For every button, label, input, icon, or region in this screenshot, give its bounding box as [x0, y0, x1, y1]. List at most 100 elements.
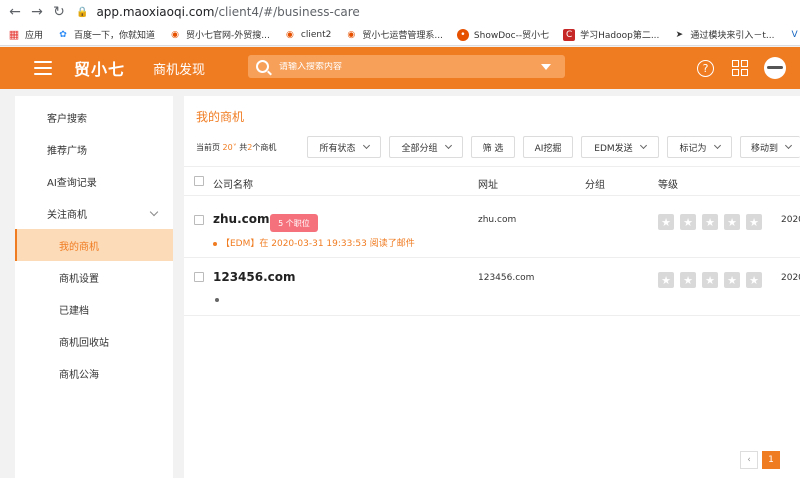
bookmark-modules[interactable]: ➤ 通过模块来引入－t...: [673, 28, 775, 42]
level-rating[interactable]: ★ ★ ★ ★ ★: [658, 214, 768, 230]
bookmark-showdoc[interactable]: • ShowDoc--贸小七: [456, 28, 549, 41]
table-row[interactable]: zhu.com 5 个职位 【EDM】在 2020-03-31 19:33:53…: [184, 197, 800, 258]
bookmark-hadoop[interactable]: C 学习Hadoop第二...: [563, 28, 659, 41]
bookmarks-bar: ▦ 应用 ✿ 百度一下，你就知道 ◉ 贸小七官网-外贸搜... ◉ client2 ◉ 贸…: [0, 24, 800, 46]
back-arrow-icon[interactable]: ←: [4, 1, 26, 23]
page-title: 我的商机: [196, 110, 245, 124]
chevron-down-icon: [639, 141, 647, 150]
browser-url-bar: ← → ↻ 🔒 app.maoxiaoqi.com/client4/#/busi…: [0, 0, 800, 24]
main-panel: 我的商机 当前页 20˅ 共2个商机 所有状态 全部分组 筛 选 AI挖掘 ED…: [184, 96, 800, 478]
column-level: 等级: [658, 180, 678, 191]
row-checkbox[interactable]: [194, 272, 204, 282]
status-filter-dropdown[interactable]: 所有状态: [307, 136, 381, 158]
paw-icon: ✿: [59, 29, 67, 40]
company-name[interactable]: zhu.com: [213, 212, 270, 226]
sidebar-item-recycle-bin[interactable]: 商机回收站: [15, 325, 173, 357]
apps-icon: ▦: [8, 28, 20, 41]
star-icon[interactable]: ★: [724, 214, 740, 230]
star-icon[interactable]: ★: [702, 214, 718, 230]
app-logo[interactable]: 贸小七: [74, 56, 125, 80]
app-header: 贸小七 商机发现 ?: [0, 47, 800, 89]
star-icon[interactable]: ★: [680, 214, 696, 230]
star-icon[interactable]: ★: [724, 272, 740, 288]
chevron-down-icon: [784, 141, 793, 150]
edm-read-note: 【EDM】在 2020-03-31 19:33:53 阅读了邮件: [213, 236, 415, 249]
sidebar-item-watch-opportunities[interactable]: 关注商机: [15, 197, 173, 229]
github-icon: ◉: [171, 29, 179, 40]
star-icon[interactable]: ★: [746, 272, 762, 288]
bullet-dot: [213, 241, 217, 246]
search-input[interactable]: [279, 61, 519, 72]
apps-grid-icon[interactable]: [732, 60, 748, 76]
sidebar: 客户搜索 推荐广场 AI查询记录 关注商机 我的商机 商机设置 已建档 商机回收…: [15, 96, 173, 478]
sidebar-item-my-opportunities[interactable]: 我的商机: [15, 229, 173, 261]
search-dropdown-caret-icon[interactable]: [541, 64, 551, 70]
column-group: 分组: [585, 180, 605, 191]
bullet-dot: [215, 298, 219, 302]
column-company: 公司名称: [213, 180, 253, 191]
address-bar[interactable]: 🔒 app.maoxiaoqi.com/client4/#/business-c…: [76, 2, 360, 22]
arrow-icon: ➤: [675, 29, 684, 40]
pagination: ‹ 1: [740, 451, 780, 469]
url-host: app.maoxiaoqi.com: [96, 5, 215, 19]
c-icon: C: [563, 28, 576, 41]
chevron-down-icon: [713, 141, 721, 150]
row-date: 2020: [781, 273, 800, 283]
table-header: 公司名称 网址 分组 等级: [184, 166, 800, 196]
chevron-down-icon: [362, 141, 370, 150]
bookmark-baidu[interactable]: ✿ 百度一下，你就知道: [57, 28, 155, 42]
bookmark-ops-system[interactable]: ◉ 贸小七运营管理系...: [345, 28, 443, 42]
row-checkbox[interactable]: [194, 215, 204, 225]
module-title[interactable]: 商机发现: [153, 59, 205, 78]
ai-mining-button[interactable]: AI挖掘: [523, 136, 573, 158]
star-icon[interactable]: ★: [658, 272, 674, 288]
search-icon: [256, 60, 269, 73]
company-site[interactable]: zhu.com: [478, 215, 516, 225]
reload-icon[interactable]: ↻: [48, 1, 70, 23]
star-icon[interactable]: ★: [746, 214, 762, 230]
star-icon[interactable]: ★: [680, 272, 696, 288]
prev-page-button[interactable]: ‹: [740, 451, 758, 469]
lock-icon: 🔒: [76, 6, 89, 18]
company-site[interactable]: 123456.com: [478, 273, 534, 283]
select-all-checkbox[interactable]: [194, 176, 204, 186]
page-size-select[interactable]: 20: [223, 143, 233, 152]
sidebar-item-customer-search[interactable]: 客户搜索: [15, 101, 173, 133]
group-filter-dropdown[interactable]: 全部分组: [389, 136, 463, 158]
bookmark-reference[interactable]: V参照: [789, 28, 800, 41]
page-number-button[interactable]: 1: [762, 451, 780, 469]
bookmark-client2[interactable]: ◉ client2: [284, 29, 331, 41]
bookmark-maoxiaoqi-site[interactable]: ◉ 贸小七官网-外贸搜...: [169, 28, 270, 42]
sidebar-item-opportunity-settings[interactable]: 商机设置: [15, 261, 173, 293]
sidebar-item-public-pool[interactable]: 商机公海: [15, 357, 173, 389]
star-icon[interactable]: ★: [702, 272, 718, 288]
v-icon: V: [791, 29, 798, 40]
github-icon: ◉: [347, 29, 356, 40]
jobs-badge[interactable]: 5 个职位: [270, 214, 318, 232]
edm-send-dropdown[interactable]: EDM发送: [581, 136, 659, 158]
forward-arrow-icon[interactable]: →: [26, 1, 48, 23]
star-icon[interactable]: ★: [658, 214, 674, 230]
sidebar-item-label: 关注商机: [47, 209, 87, 221]
url-path: /client4/#/business-care: [214, 5, 360, 19]
sidebar-item-ai-records[interactable]: AI查询记录: [15, 165, 173, 197]
menu-icon[interactable]: [34, 61, 52, 75]
github-icon: ◉: [285, 29, 294, 40]
global-search[interactable]: [248, 55, 565, 78]
help-icon[interactable]: ?: [697, 59, 714, 77]
row-date: 2020: [781, 215, 800, 225]
bookmark-apps[interactable]: ▦ 应用: [8, 28, 43, 41]
level-rating[interactable]: ★ ★ ★ ★ ★: [658, 272, 768, 288]
column-site: 网址: [478, 180, 498, 191]
chevron-down-icon: [444, 141, 452, 150]
showdoc-icon: •: [456, 28, 469, 41]
sidebar-item-recommend[interactable]: 推荐广场: [15, 133, 173, 165]
chevron-down-icon: [149, 207, 159, 217]
filter-button[interactable]: 筛 选: [471, 136, 515, 158]
mark-as-dropdown[interactable]: 标记为: [667, 136, 732, 158]
company-name[interactable]: 123456.com: [213, 270, 296, 284]
table-row[interactable]: 123456.com 123456.com ★ ★ ★ ★ ★ 2020: [184, 258, 800, 316]
avatar[interactable]: [764, 57, 786, 79]
sidebar-item-archived[interactable]: 已建档: [15, 293, 173, 325]
move-to-dropdown[interactable]: 移动到: [740, 136, 800, 158]
